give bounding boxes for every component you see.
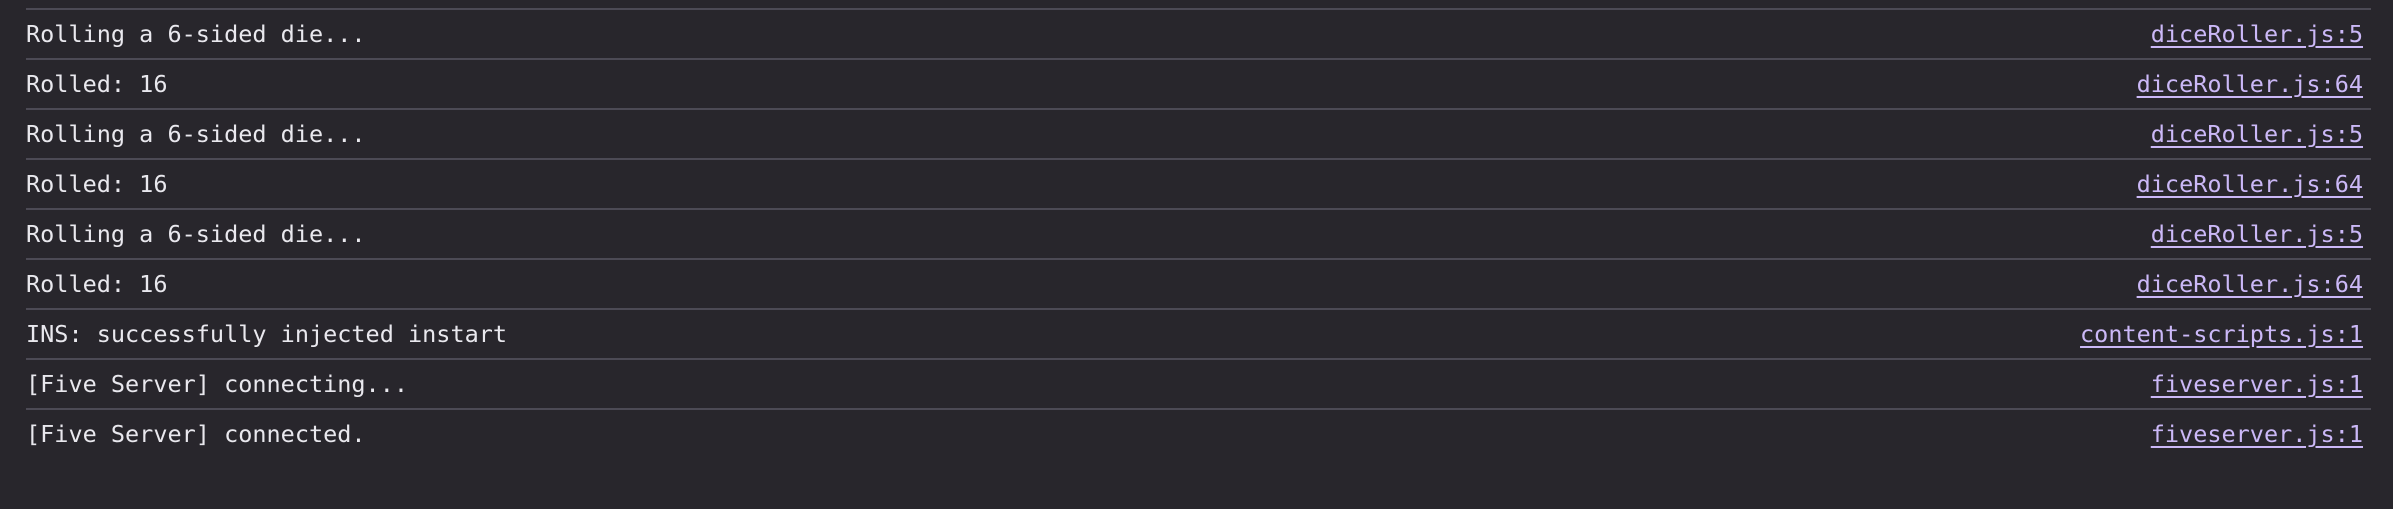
source-link[interactable]: diceRoller.js:64 xyxy=(2137,70,2363,98)
console-message: Rolled: 16 diceRoller.js:64 xyxy=(26,58,2371,108)
source-link[interactable]: diceRoller.js:64 xyxy=(2137,270,2363,298)
console-message: Rolling a 6-sided die... diceRoller.js:5 xyxy=(26,208,2371,258)
console-message: Rolling a 6-sided die... diceRoller.js:5 xyxy=(26,8,2371,58)
message-text: Rolled: 16 xyxy=(26,170,168,198)
console-message: Rolled: 16 diceRoller.js:64 xyxy=(26,258,2371,308)
console-message: Rolling a 6-sided die... diceRoller.js:5 xyxy=(26,108,2371,158)
message-text: Rolling a 6-sided die... xyxy=(26,220,366,248)
message-text: Rolled: 16 xyxy=(26,270,168,298)
source-link[interactable]: content-scripts.js:1 xyxy=(2080,320,2363,348)
source-link[interactable]: fiveserver.js:1 xyxy=(2151,370,2363,398)
source-link[interactable]: diceRoller.js:5 xyxy=(2151,20,2363,48)
source-link[interactable]: diceRoller.js:5 xyxy=(2151,120,2363,148)
message-text: [Five Server] connecting... xyxy=(26,370,409,398)
source-link[interactable]: fiveserver.js:1 xyxy=(2151,420,2363,448)
console-message: [Five Server] connected. fiveserver.js:1 xyxy=(26,408,2371,458)
message-text: INS: successfully injected instart xyxy=(26,320,508,348)
source-link[interactable]: diceRoller.js:5 xyxy=(2151,220,2363,248)
source-link[interactable]: diceRoller.js:64 xyxy=(2137,170,2363,198)
console-message: Rolled: 16 diceRoller.js:64 xyxy=(26,158,2371,208)
console-log: Rolling a 6-sided die... diceRoller.js:5 R… xyxy=(26,8,2371,458)
message-text: Rolling a 6-sided die... xyxy=(26,120,366,148)
message-text: Rolled: 16 xyxy=(26,70,168,98)
console-message: INS: successfully injected instart conten… xyxy=(26,308,2371,358)
message-text: Rolling a 6-sided die... xyxy=(26,20,366,48)
console-message: [Five Server] connecting... fiveserver.js… xyxy=(26,358,2371,408)
message-text: [Five Server] connected. xyxy=(26,420,366,448)
